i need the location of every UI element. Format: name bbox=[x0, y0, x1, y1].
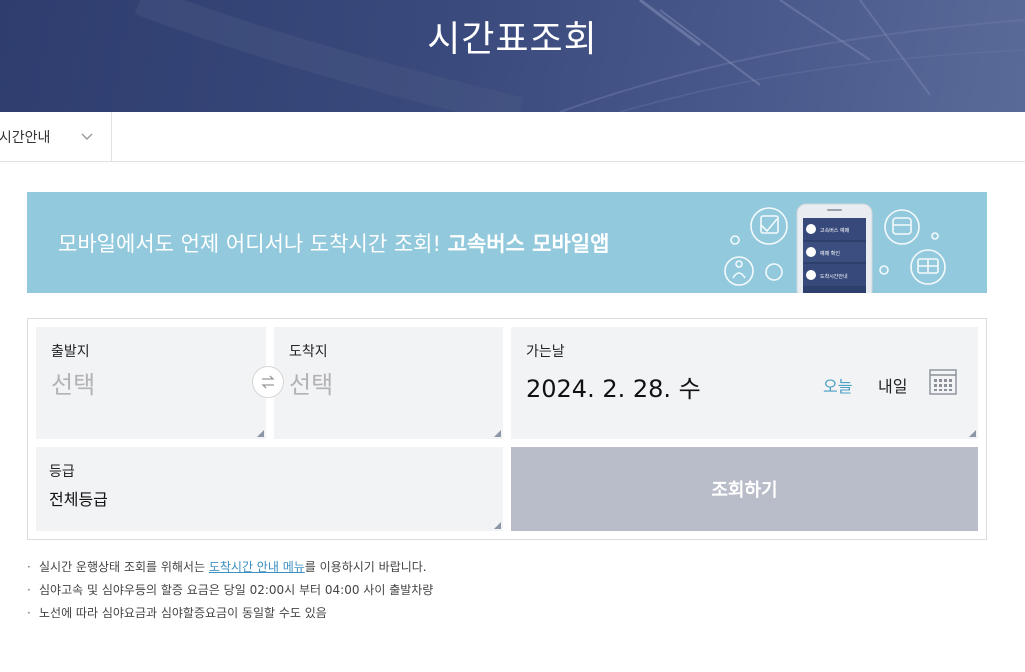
notice-item: 노선에 따라 심야요금과 심야할증요금이 동일할 수도 있음 bbox=[27, 602, 987, 625]
date-label: 가는날 bbox=[526, 344, 565, 360]
departure-label: 출발지 bbox=[51, 344, 90, 360]
today-button[interactable]: 오늘 bbox=[823, 373, 852, 397]
phone-menu-item: 예매 확인 bbox=[820, 250, 840, 257]
notice-item: 실시간 운행상태 조회를 위해서는 도착시간 안내 메뉴를 이용하시기 바랍니다… bbox=[27, 556, 987, 579]
notice-list: 실시간 운행상태 조회를 위해서는 도착시간 안내 메뉴를 이용하시기 바랍니다… bbox=[27, 556, 987, 625]
banner-text: 모바일에서도 언제 어디서나 도착시간 조회! 고속버스 모바일앱 bbox=[58, 228, 609, 258]
chevron-down-icon bbox=[81, 133, 93, 140]
arrival-info-link[interactable]: 도착시간 안내 메뉴 bbox=[209, 560, 305, 574]
grade-selector[interactable]: 등급 전체등급 bbox=[36, 447, 503, 531]
page-title: 시간표조회 bbox=[427, 19, 598, 60]
calendar-icon[interactable] bbox=[929, 369, 957, 395]
corner-triangle-icon bbox=[494, 522, 501, 529]
corner-triangle-icon bbox=[494, 430, 501, 437]
departure-selector[interactable]: 출발지 선택 bbox=[36, 327, 266, 439]
mobile-app-banner[interactable]: 모바일에서도 언제 어디서나 도착시간 조회! 고속버스 모바일앱 고속버스 예… bbox=[27, 192, 987, 293]
timetable-search-form: 출발지 선택 도착지 선택 가는날 2024. 2. 28. 수 오늘 내일 등… bbox=[27, 318, 987, 540]
departure-value: 선택 bbox=[51, 371, 96, 399]
page-header: 시간표조회 bbox=[0, 0, 1025, 112]
arrival-label: 도착지 bbox=[289, 344, 328, 360]
search-button[interactable]: 조회하기 bbox=[511, 447, 978, 531]
banner-highlight: 고속버스 모바일앱 bbox=[447, 232, 610, 256]
phone-menu-item: 도착시간안내 bbox=[820, 273, 848, 280]
banner-message: 모바일에서도 언제 어디서나 도착시간 조회! bbox=[58, 232, 448, 256]
notice-text: 를 이용하시기 바랍니다. bbox=[304, 560, 427, 574]
swap-arrows-icon bbox=[261, 375, 275, 389]
date-selector[interactable]: 가는날 2024. 2. 28. 수 오늘 내일 bbox=[511, 327, 978, 439]
mobile-app-illustration: 고속버스 예매예매 확인도착시간안내 bbox=[724, 203, 946, 293]
date-value[interactable]: 2024. 2. 28. 수 bbox=[526, 369, 701, 404]
breadcrumb-bar: 착시간안내 bbox=[0, 112, 1025, 162]
notice-item: 심야고속 및 심야우등의 할증 요금은 당일 02:00시 부터 04:00 사… bbox=[27, 579, 987, 602]
tomorrow-button[interactable]: 내일 bbox=[878, 373, 907, 397]
breadcrumb-dropdown[interactable]: 착시간안내 bbox=[0, 112, 112, 161]
corner-triangle-icon bbox=[969, 430, 976, 437]
corner-triangle-icon bbox=[257, 430, 264, 437]
arrival-selector[interactable]: 도착지 선택 bbox=[274, 327, 503, 439]
notice-text: 실시간 운행상태 조회를 위해서는 bbox=[39, 560, 209, 574]
arrival-value: 선택 bbox=[289, 371, 334, 399]
swap-route-button[interactable] bbox=[252, 366, 284, 398]
grade-value: 전체등급 bbox=[49, 490, 108, 509]
grade-label: 등급 bbox=[49, 464, 75, 480]
phone-menu-item: 고속버스 예매 bbox=[820, 227, 850, 234]
breadcrumb-current: 착시간안내 bbox=[0, 130, 51, 146]
